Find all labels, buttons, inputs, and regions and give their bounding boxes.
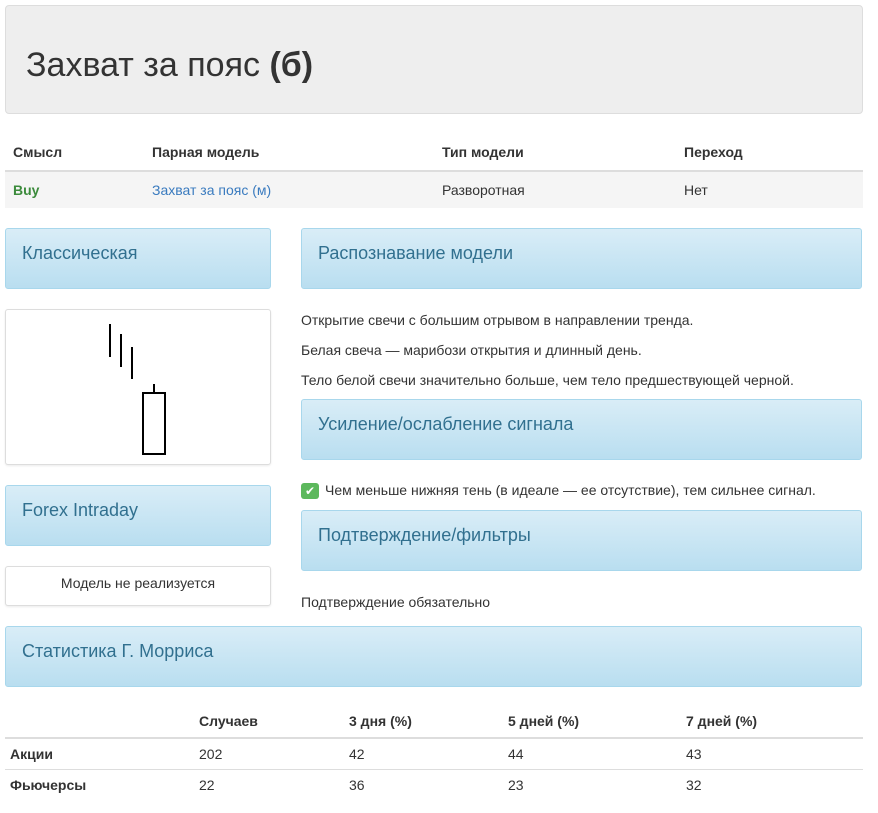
stats-cell: 43 xyxy=(681,737,863,769)
header-banner: Захват за пояс (б) xyxy=(5,5,863,114)
stats-col-7days: 7 дней (%) xyxy=(681,705,863,739)
pair-cell: Захват за пояс (м) xyxy=(144,171,434,208)
forex-note-box: Модель не реализуется xyxy=(5,566,271,606)
recognition-line-3: Тело белой свечи значительно больше, чем… xyxy=(301,372,794,388)
col-type: Тип модели xyxy=(434,134,676,172)
stats-cell: 44 xyxy=(503,737,681,769)
stats-cell: 202 xyxy=(194,737,344,769)
stats-cell: 42 xyxy=(344,737,503,769)
stats-col-empty xyxy=(5,705,194,739)
stats-col-cases: Случаев xyxy=(194,705,344,739)
col-transition: Переход xyxy=(676,134,863,172)
stats-cell: 23 xyxy=(503,768,681,800)
stats-col-3days: 3 дня (%) xyxy=(344,705,503,739)
info-table: Смысл Парная модель Тип модели Переход B… xyxy=(5,134,863,208)
signal-value: Buy xyxy=(5,171,144,208)
classic-panel-title: Классическая xyxy=(22,243,138,263)
confirm-panel-title: Подтверждение/фильтры xyxy=(318,525,531,545)
recognition-panel: Распознавание модели xyxy=(301,228,862,289)
page-title-main: Захват за пояс xyxy=(26,46,260,84)
white-candle-body xyxy=(142,392,166,455)
checkmark-icon: ✔ xyxy=(301,483,319,500)
type-value: Разворотная xyxy=(434,171,676,208)
table-row: Buy Захват за пояс (м) Разворотная Нет xyxy=(5,171,863,208)
stats-cell: 36 xyxy=(344,768,503,800)
recognition-line-2: Белая свеча — марибози открытия и длинны… xyxy=(301,342,642,358)
transition-value: Нет xyxy=(676,171,863,208)
signal-note: ✔ Чем меньше нижняя тень (в идеале — ее о… xyxy=(301,482,816,500)
stats-row-label: Акции xyxy=(5,737,194,769)
candlestick-diagram xyxy=(109,324,166,455)
signal-panel-title: Усиление/ослабление сигнала xyxy=(318,414,574,434)
recognition-panel-title: Распознавание модели xyxy=(318,243,514,263)
confirm-note: Подтверждение обязательно xyxy=(301,594,491,610)
confirm-panel: Подтверждение/фильтры xyxy=(301,510,862,571)
candlestick-figure xyxy=(5,309,271,465)
pair-model-link[interactable]: Захват за пояс (м) xyxy=(152,182,271,198)
recognition-line-1: Открытие свечи с большим отрывом в напра… xyxy=(301,312,694,328)
page-title-bold: (б) xyxy=(269,46,314,84)
classic-panel: Классическая xyxy=(5,228,271,289)
table-row: Акции 202 42 44 43 xyxy=(5,737,863,769)
stats-table: Случаев 3 дня (%) 5 дней (%) 7 дней (%) … xyxy=(5,705,863,800)
signal-note-text: Чем меньше нижняя тень (в идеале — ее от… xyxy=(325,482,816,498)
table-row: Фьючерсы 22 36 23 32 xyxy=(5,768,863,800)
forex-note: Модель не реализуется xyxy=(60,575,216,591)
forex-panel: Forex Intraday xyxy=(5,485,271,546)
col-pair: Парная модель xyxy=(144,134,434,172)
stats-col-5days: 5 дней (%) xyxy=(503,705,681,739)
page-title: Захват за пояс (б) xyxy=(26,48,313,82)
stats-cell: 32 xyxy=(681,768,863,800)
col-meaning: Смысл xyxy=(5,134,144,172)
signal-panel: Усиление/ослабление сигнала xyxy=(301,399,862,460)
stats-panel: Статистика Г. Морриса xyxy=(5,626,862,687)
forex-panel-title: Forex Intraday xyxy=(22,500,139,520)
stats-row-label: Фьючерсы xyxy=(5,768,194,800)
stats-cell: 22 xyxy=(194,768,344,800)
stats-panel-title: Статистика Г. Морриса xyxy=(22,641,214,661)
